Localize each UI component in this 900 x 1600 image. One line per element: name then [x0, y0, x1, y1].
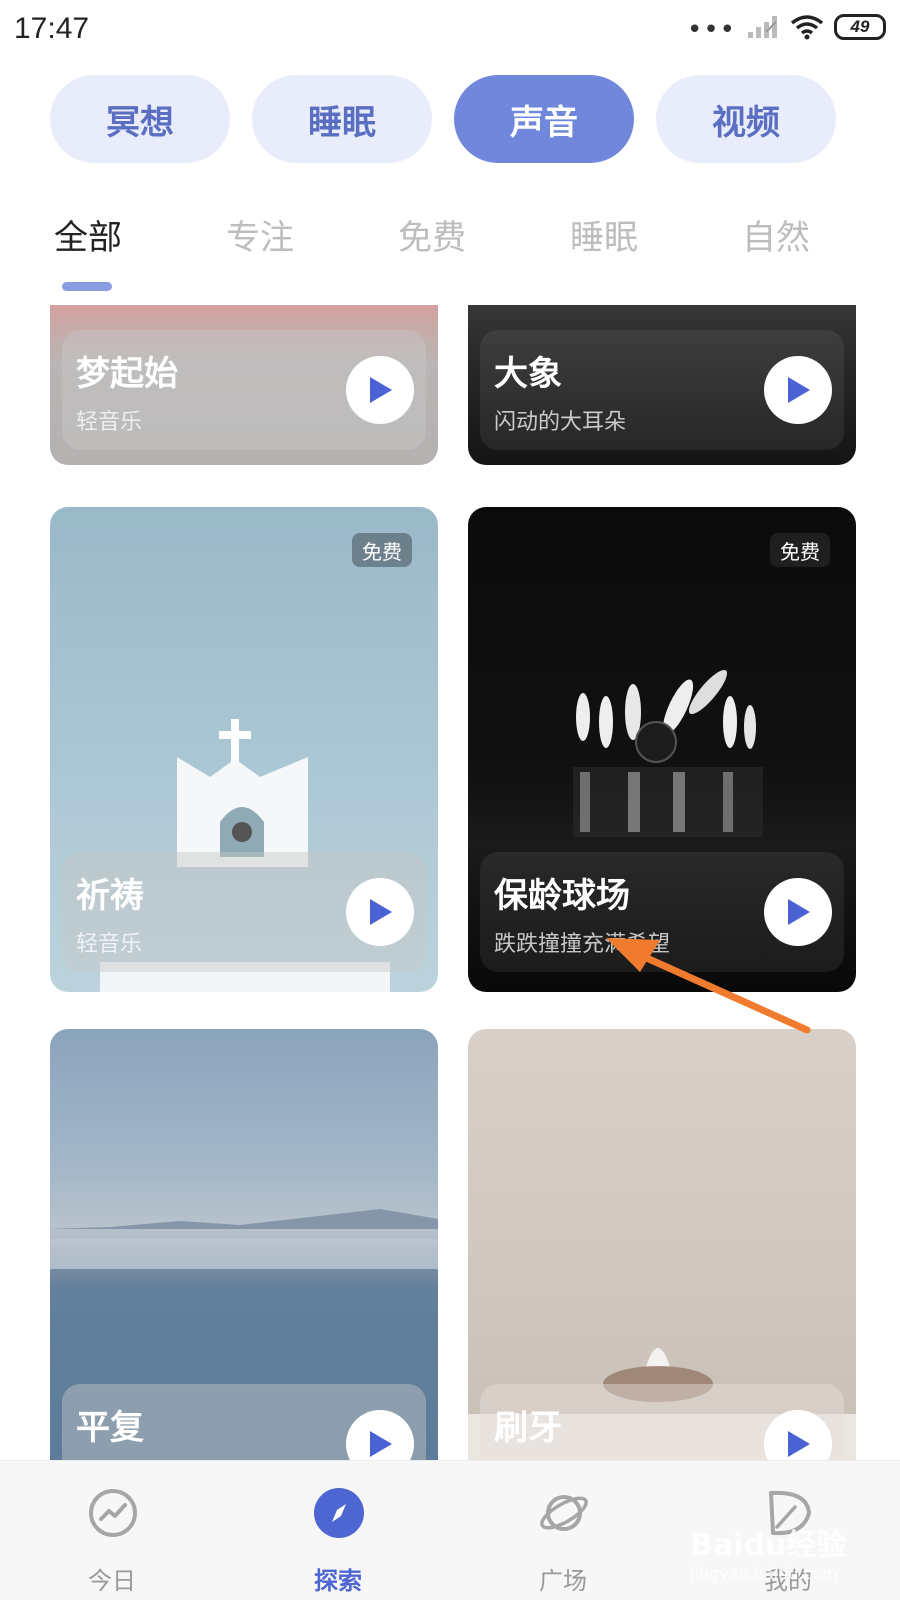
card-info-panel: 大象 闪动的大耳朵 [480, 330, 844, 450]
status-icons: ••• 49 [686, 14, 886, 45]
nav-label: 广场 [539, 1567, 587, 1595]
category-pills: 冥想 睡眠 声音 视频 [50, 75, 850, 163]
tab-free[interactable]: 免费 [398, 210, 466, 259]
play-button[interactable] [764, 1410, 832, 1460]
play-button[interactable] [346, 878, 414, 946]
card-title: 梦起始 [76, 354, 178, 394]
tab-nature[interactable]: 自然 [742, 210, 810, 259]
status-time: 17:47 [14, 12, 90, 45]
card-info-panel: 梦起始 轻音乐 [62, 330, 426, 450]
watermark-url: jingyan.baidu.com [690, 1564, 838, 1583]
card-subtitle: 跌跌撞撞充满希望 [494, 932, 671, 957]
tab-focus[interactable]: 专注 [226, 210, 294, 259]
card-info-panel: 刷牙 [480, 1384, 844, 1460]
card-subtitle: 轻音乐 [76, 410, 143, 435]
watermark: Baidu经验 jingyan.baidu.com [690, 1520, 846, 1583]
tab-all[interactable]: 全部 [54, 210, 122, 259]
more-dots-icon: ••• [686, 15, 736, 45]
wifi-icon [790, 15, 824, 40]
sound-card[interactable]: 大象 闪动的大耳朵 [468, 305, 856, 465]
card-subtitle: 闪动的大耳朵 [494, 410, 627, 435]
sub-tabs: 全部 专注 免费 睡眠 自然 [0, 210, 900, 270]
card-title: 大象 [494, 354, 562, 394]
play-icon [788, 899, 810, 925]
play-button[interactable] [346, 1410, 414, 1460]
sound-card-grid: 梦起始 轻音乐 大象 闪动的大耳朵 免费 祈祷 轻音乐 免费 保龄球场 跌跌撞撞… [0, 305, 900, 1460]
card-info-panel: 平复 [62, 1384, 426, 1460]
card-title: 祈祷 [76, 876, 144, 916]
play-button[interactable] [346, 356, 414, 424]
sound-card[interactable]: 免费 祈祷 轻音乐 [50, 507, 438, 992]
tab-sleep[interactable]: 睡眠 [570, 210, 638, 259]
status-bar: 17:47 ••• 49 [0, 0, 900, 62]
sound-card[interactable]: 梦起始 轻音乐 [50, 305, 438, 465]
nav-today[interactable]: 今日 [52, 1461, 172, 1600]
card-title: 保龄球场 [494, 876, 630, 916]
nav-label: 探索 [314, 1567, 362, 1595]
play-icon [788, 1431, 810, 1457]
category-sleep[interactable]: 睡眠 [252, 75, 432, 163]
card-title: 平复 [76, 1408, 144, 1448]
play-button[interactable] [764, 878, 832, 946]
watermark-brand: Baidu经验 [690, 1528, 847, 1563]
planet-icon [540, 1495, 588, 1531]
card-title: 刷牙 [494, 1408, 562, 1448]
play-icon [370, 1431, 392, 1457]
category-meditation[interactable]: 冥想 [50, 75, 230, 163]
cellular-signal-icon [748, 16, 777, 38]
tab-indicator [62, 282, 112, 291]
sound-card[interactable]: 免费 保龄球场 跌跌撞撞充满希望 [468, 507, 856, 992]
free-badge: 免费 [770, 533, 830, 567]
nav-explore[interactable]: 探索 [278, 1461, 398, 1600]
battery-icon: 49 [834, 14, 886, 40]
card-subtitle: 轻音乐 [76, 932, 143, 957]
card-info-panel: 祈祷 轻音乐 [62, 852, 426, 972]
sound-card[interactable]: 平复 [50, 1029, 438, 1460]
trend-icon [89, 1489, 137, 1537]
card-info-panel: 保龄球场 跌跌撞撞充满希望 [480, 852, 844, 972]
nav-label: 今日 [88, 1567, 136, 1595]
play-icon [370, 899, 392, 925]
free-badge: 免费 [352, 533, 412, 567]
play-icon [370, 377, 392, 403]
sound-card[interactable]: 刷牙 [468, 1029, 856, 1460]
category-video[interactable]: 视频 [656, 75, 836, 163]
play-icon [788, 377, 810, 403]
category-sound[interactable]: 声音 [454, 75, 634, 163]
nav-square[interactable]: 广场 [503, 1461, 623, 1600]
compass-icon [314, 1488, 364, 1538]
play-button[interactable] [764, 356, 832, 424]
